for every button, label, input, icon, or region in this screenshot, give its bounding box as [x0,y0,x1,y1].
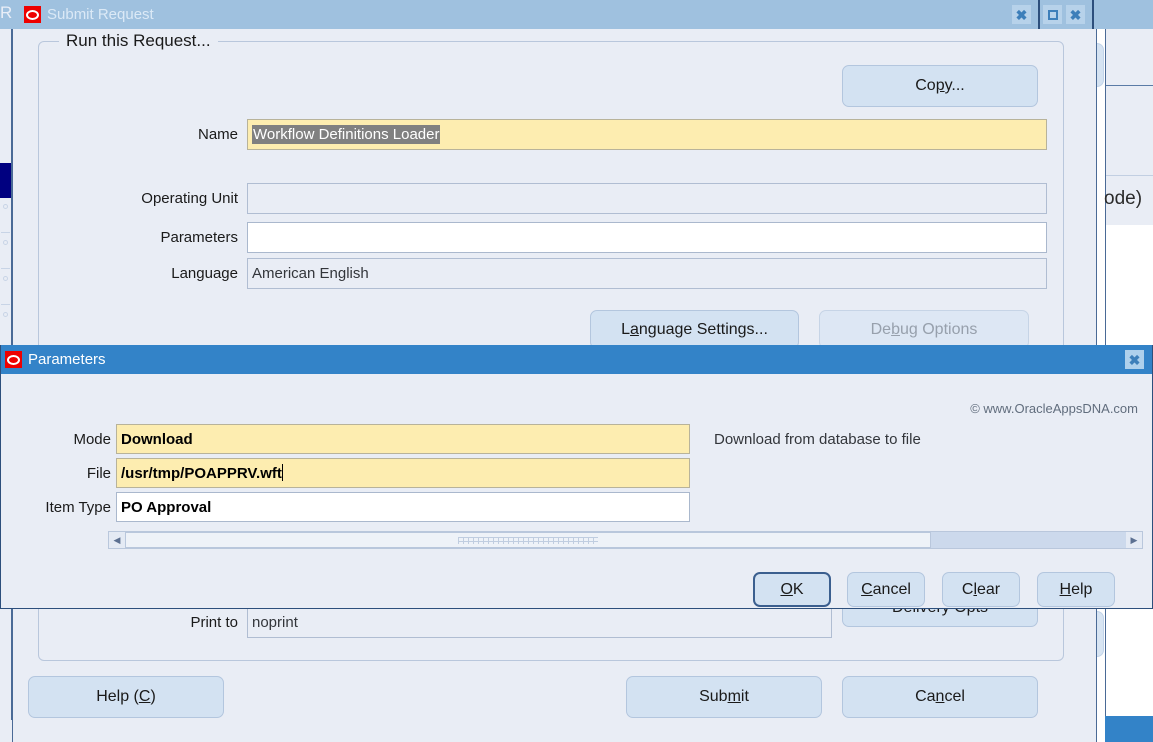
background-scroll-dot [3,204,8,209]
cancel-button-label: Cancel [861,580,911,598]
operating-unit-label: Operating Unit [141,190,238,207]
cancel-button[interactable]: Cancel [842,676,1038,718]
background-right-rule [1106,85,1153,86]
submit-button[interactable]: Submit [626,676,822,718]
background-right-rule [1106,175,1153,176]
background-scroll-tick [1,232,10,233]
name-label: Name [197,126,238,143]
maximize-icon[interactable] [1043,5,1062,24]
language-label: Language [171,265,238,282]
file-field[interactable]: /usr/tmp/POAPPRV.wft [116,458,690,488]
copy-button-label: Copy... [915,77,965,94]
operating-unit-field[interactable] [247,183,1047,214]
scrollbar-track[interactable] [125,532,1126,548]
file-label: File [86,465,111,482]
item-type-label: Item Type [45,499,111,516]
close-icon[interactable]: ✖ [1125,350,1144,369]
scrollbar-grip [457,536,598,544]
application-root: R ode) Submit Request ✖ ✖ Run this Reque… [0,0,1153,742]
mode-label: Mode [73,431,111,448]
cancel-button[interactable]: Cancel [847,572,925,607]
scroll-right-arrow[interactable]: ▶ [1126,532,1142,548]
background-scroll-tick [1,268,10,269]
background-left-scroll-region [0,198,11,328]
parameters-title: Parameters [28,351,106,368]
clear-button-label: Clear [961,580,1001,598]
language-value: American English [252,265,369,282]
background-scroll-dot [3,312,8,317]
titlebar-divider [1092,0,1094,29]
submit-request-titlebar[interactable]: Submit Request ✖ ✖ [12,0,1097,29]
background-taskbar-strip [1105,716,1153,742]
titlebar-divider [1038,0,1040,29]
language-field[interactable]: American English [247,258,1047,289]
background-stray-letter: R [0,3,13,22]
close-icon[interactable]: ✖ [1012,5,1031,24]
print-to-value: noprint [252,614,298,631]
background-scroll-dot [3,276,8,281]
scroll-left-glyph: ◀ [113,534,121,545]
cancel-button-label: Cancel [915,688,965,705]
item-type-value: PO Approval [121,499,212,516]
parameters-field[interactable] [247,222,1047,253]
submit-button-label: Submit [699,688,749,705]
mode-field[interactable]: Download [116,424,690,454]
background-scroll-tick [1,304,10,305]
text-caret [281,464,283,481]
name-field[interactable]: Workflow Definitions Loader [247,119,1047,150]
clear-button[interactable]: Clear [942,572,1020,607]
ok-button-label: OK [780,580,804,598]
oracle-logo-icon [5,351,22,368]
oracle-logo-icon [24,6,41,23]
maximize-glyph [1047,9,1058,20]
background-navy-marker [0,163,11,198]
language-settings-button[interactable]: Language Settings... [590,310,799,349]
close-icon[interactable]: ✖ [1066,5,1085,24]
file-value: /usr/tmp/POAPPRV.wft [121,465,282,482]
watermark-text: © www.OracleAppsDNA.com [970,401,1138,416]
print-to-label: Print to [190,614,238,631]
mode-value: Download [121,431,193,448]
debug-options-label: Debug Options [870,320,978,338]
name-field-value: Workflow Definitions Loader [252,125,441,144]
close-glyph: ✖ [1128,351,1141,368]
background-partial-text: ode) [1104,188,1143,209]
background-scroll-dot [3,240,8,245]
close-glyph: ✖ [1069,6,1082,23]
scroll-right-glyph: ▶ [1130,534,1138,545]
scrollbar-thumb[interactable] [125,532,931,548]
help-button[interactable]: Help (C) [28,676,224,718]
ok-button[interactable]: OK [753,572,831,607]
help-button[interactable]: Help [1037,572,1115,607]
parameters-titlebar[interactable]: Parameters ✖ [1,345,1152,374]
scroll-left-arrow[interactable]: ◀ [109,532,125,548]
run-this-request-legend: Run this Request... [59,31,218,51]
horizontal-scrollbar[interactable]: ◀ ▶ [108,531,1143,549]
item-type-field[interactable]: PO Approval [116,492,690,522]
help-button-label: Help [1059,580,1093,598]
parameters-dialog: Parameters ✖ © www.OracleAppsDNA.com Mod… [0,345,1153,609]
help-button-label: Help (C) [96,688,156,705]
close-glyph: ✖ [1015,6,1028,23]
parameters-body: © www.OracleAppsDNA.com Mode Download Do… [1,374,1152,607]
parameters-label: Parameters [160,229,238,246]
language-settings-label: Language Settings... [621,320,768,338]
mode-hint: Download from database to file [714,431,921,448]
print-to-field[interactable]: noprint [247,607,832,638]
submit-request-title: Submit Request [47,6,154,23]
debug-options-button: Debug Options [819,310,1029,349]
copy-button[interactable]: Copy... [842,65,1038,107]
